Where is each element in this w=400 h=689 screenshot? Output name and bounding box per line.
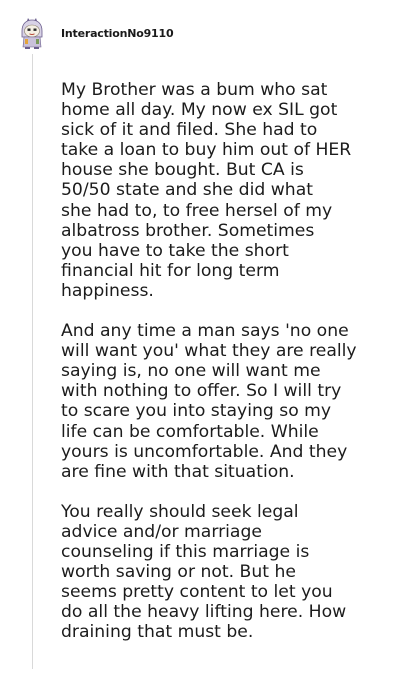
- snoo-avatar-icon[interactable]: [18, 17, 46, 49]
- comment-header: InteractionNo9110: [18, 16, 174, 50]
- comment-paragraph: And any time a man says 'no one will wan…: [61, 321, 357, 482]
- comment-paragraph: My Brother was a bum who sat home all da…: [61, 80, 352, 301]
- comment-card: InteractionNo9110 My Brother was a bum w…: [0, 0, 400, 689]
- username-link[interactable]: InteractionNo9110: [61, 27, 174, 40]
- comment-paragraph: You really should seek legal advice and/…: [61, 501, 347, 643]
- thread-line[interactable]: [32, 54, 33, 669]
- comment-body: My Brother was a bum who sat home all da…: [61, 80, 386, 642]
